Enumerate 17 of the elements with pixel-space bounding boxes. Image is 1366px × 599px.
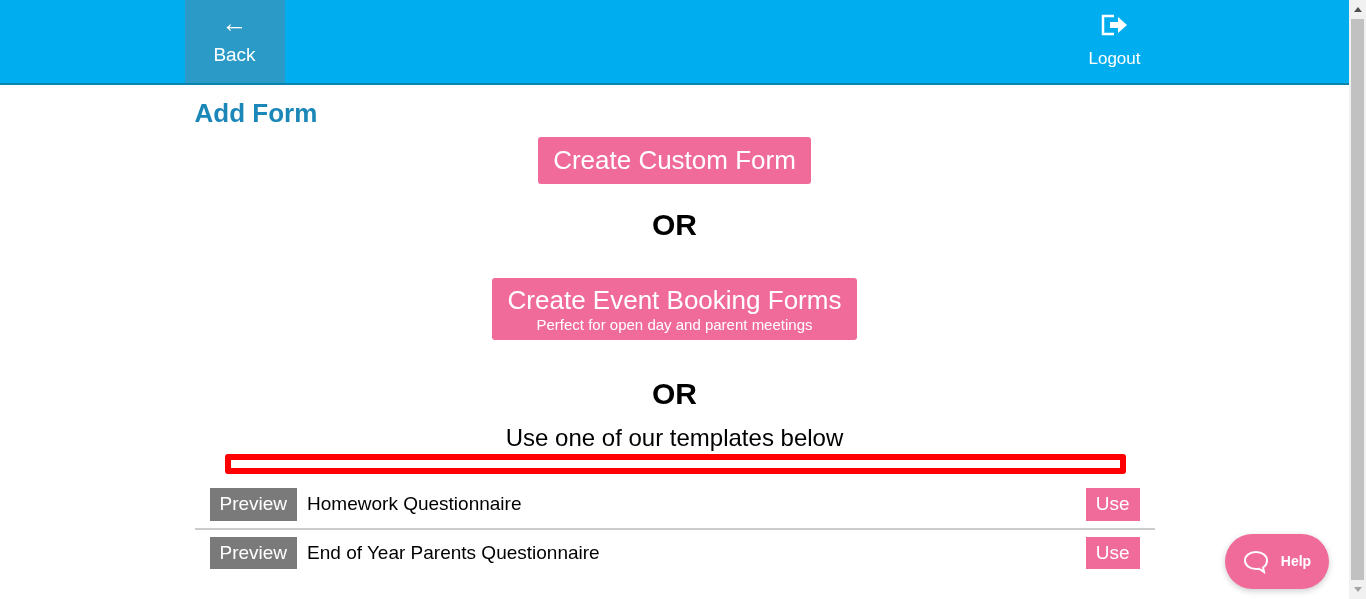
- scrollbar[interactable]: [1349, 0, 1366, 599]
- use-button[interactable]: Use: [1085, 536, 1140, 569]
- back-button[interactable]: ← Back: [184, 0, 285, 83]
- or-separator: OR: [652, 208, 697, 242]
- or-separator: OR: [652, 377, 697, 411]
- use-button[interactable]: Use: [1085, 488, 1140, 521]
- logout-button[interactable]: Logout: [1064, 0, 1165, 83]
- templates-intro: Use one of our templates below: [505, 423, 844, 453]
- create-custom-form-button[interactable]: Create Custom Form: [538, 137, 811, 184]
- help-button[interactable]: Help: [1225, 534, 1329, 589]
- page-title: Add Form: [194, 97, 319, 129]
- template-name: End of Year Parents Questionnaire: [307, 540, 601, 565]
- preview-button[interactable]: Preview: [209, 536, 298, 569]
- create-event-booking-button[interactable]: Create Event Booking Forms Perfect for open day and parent meetings: [491, 278, 858, 340]
- chat-bubble-icon: [1242, 549, 1269, 574]
- template-name: Homework Questionnaire: [307, 492, 523, 516]
- preview-button[interactable]: Preview: [209, 488, 298, 521]
